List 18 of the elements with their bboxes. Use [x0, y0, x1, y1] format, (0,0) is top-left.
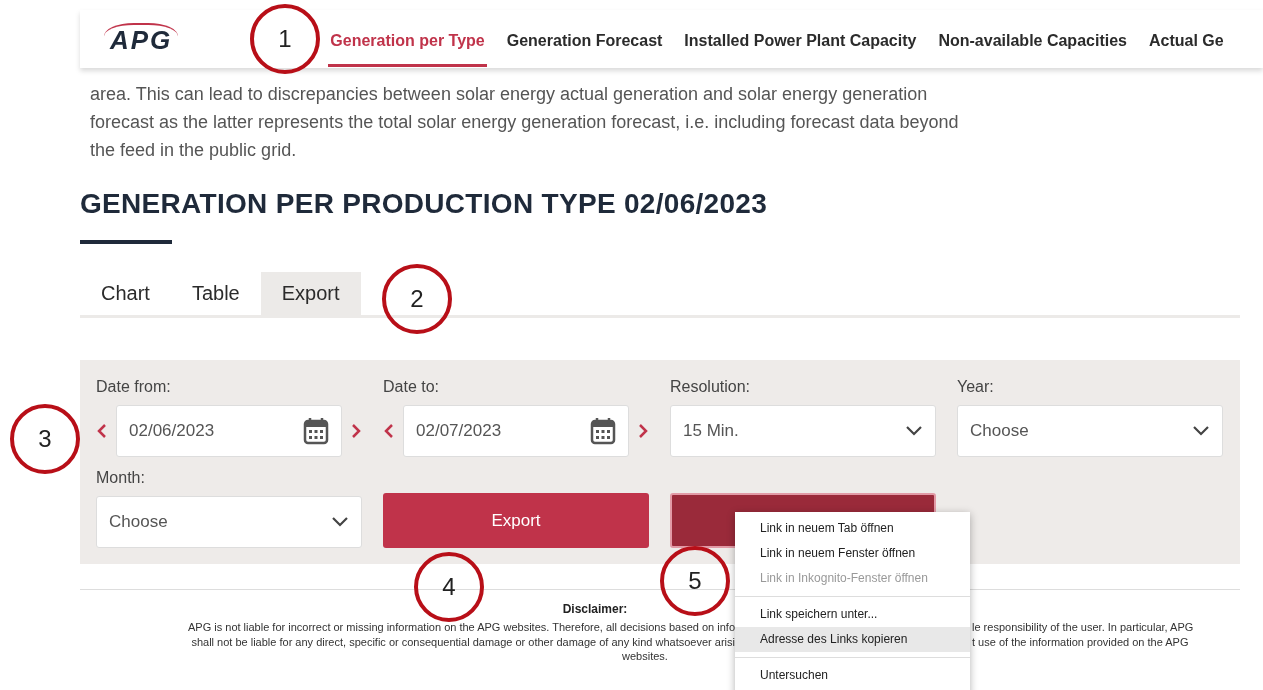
annotation-circle: 4 — [414, 552, 484, 622]
disclaimer-text: APG is not liable for incorrect or missing information on the APG websites. Therefore, all decisions based on info — [187, 620, 735, 635]
disclaimer-text: shall not be liable for any direct, specific or consequential damage or other damage of any kind whatsoever arisi — [190, 635, 735, 650]
field-label: Date from: — [96, 378, 172, 396]
annotation-circle: 2 — [382, 264, 452, 334]
disclaimer-text: le responsibility of the user. In particular, APG — [972, 620, 1195, 635]
annotation-circle: 1 — [250, 4, 320, 74]
disclaimer-text: t use of the information provided on the APG — [972, 635, 1190, 650]
disclaimer-text: websites. — [622, 650, 668, 662]
annotation-circle: 5 — [660, 546, 730, 616]
intro-paragraph: area. This can lead to discrepancies between solar energy actual generation and solar energy generation forecast as the latter represents the total solar energy generation forecast, i.e. including forecast data beyond the feed in the public grid. — [90, 83, 960, 162]
field-label: Month: — [96, 469, 146, 487]
annotation-circle: 3 — [10, 404, 80, 474]
field-label: Date to: — [383, 378, 441, 396]
field-label: Resolution: — [670, 378, 752, 396]
disclaimer-title: Disclaimer: — [562, 602, 628, 616]
page-heading: GENERATION PER PRODUCTION TYPE 02/06/2023 — [80, 188, 769, 220]
field-label: Year: — [957, 378, 995, 396]
